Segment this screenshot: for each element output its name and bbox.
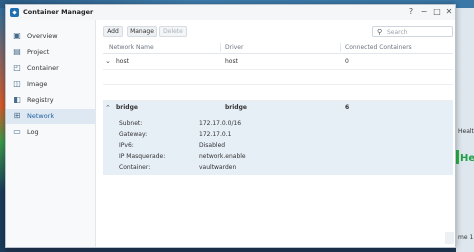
container-manager-app-icon [10, 8, 19, 17]
network-panel: Add Manage Delete ⚲ Network Name Driver … [96, 20, 455, 247]
driver-cell: host [225, 58, 238, 65]
sidebar-item-overview[interactable]: ▣ Overview [6, 29, 95, 44]
table-header: Network Name Driver Connected Containers [103, 42, 453, 54]
chevron-down-icon[interactable]: ⌄ [105, 57, 111, 65]
column-divider [220, 43, 221, 52]
connected-count-cell: 0 [345, 58, 349, 65]
sidebar-item-label: Overview [27, 32, 58, 40]
search-input[interactable] [387, 28, 447, 36]
table-row-empty [103, 85, 453, 101]
sidebar-item-registry[interactable]: ◧ Registry [6, 93, 95, 108]
table-row-bridge-expanded[interactable]: ⌃ bridge bridge 6 Subnet: 172.17.0.0/16 … [103, 101, 453, 175]
ipv6-value: Disabled [199, 142, 226, 149]
sidebar-item-label: Registry [27, 96, 54, 104]
gateway-label: Gateway: [119, 131, 148, 138]
container-icon: ◰ [13, 63, 21, 72]
sidebar-item-label: Container [27, 64, 59, 72]
driver-cell: bridge [225, 104, 247, 111]
column-header-driver[interactable]: Driver [225, 44, 243, 51]
background-text: Healt [458, 128, 474, 135]
maximize-icon[interactable]: □ [432, 7, 442, 17]
search-box[interactable]: ⚲ [372, 26, 453, 37]
manage-button[interactable]: Manage [127, 26, 157, 37]
network-icon: ⊞ [13, 111, 21, 120]
sidebar-item-container[interactable]: ◰ Container [6, 61, 95, 76]
sidebar-item-label: Project [27, 48, 50, 56]
add-button[interactable]: Add [103, 26, 123, 37]
ip-masquerade-label: IP Masquerade: [119, 153, 166, 160]
container-manager-window: Container Manager ? − □ ✕ ▣ Overview ▤ P… [5, 4, 456, 248]
gateway-value: 172.17.0.1 [199, 131, 232, 138]
registry-icon: ◧ [13, 95, 21, 104]
search-icon: ⚲ [377, 28, 383, 36]
sidebar-item-project[interactable]: ▤ Project [6, 45, 95, 60]
background-heading: Hea [460, 153, 474, 164]
column-header-network-name[interactable]: Network Name [109, 44, 154, 51]
subnet-value: 172.17.0.0/16 [199, 120, 242, 127]
sidebar-item-network[interactable]: ⊞ Network [6, 109, 95, 124]
sidebar-item-label: Network [27, 112, 55, 120]
ipv6-label: IPv6: [119, 142, 134, 149]
network-details: Subnet: 172.17.0.0/16 Gateway: 172.17.0.… [110, 117, 446, 173]
background-accent [456, 150, 459, 164]
column-divider [340, 43, 341, 52]
delete-button[interactable]: Delete [159, 26, 187, 37]
background-window-peek: Healt Hea me 1 [456, 8, 474, 252]
container-label: Container: [119, 164, 151, 171]
close-icon[interactable]: ✕ [444, 7, 454, 17]
minimize-icon[interactable]: − [419, 7, 429, 17]
overview-icon: ▣ [13, 31, 21, 40]
sidebar-item-label: Image [27, 80, 48, 88]
column-header-connected-containers[interactable]: Connected Containers [345, 44, 412, 51]
help-icon[interactable]: ? [406, 7, 416, 17]
table-row-empty [103, 70, 453, 85]
network-name-cell: bridge [116, 104, 138, 111]
sidebar-item-image[interactable]: ◫ Image [6, 77, 95, 92]
window-title: Container Manager [23, 8, 94, 16]
ip-masquerade-value: network.enable [199, 153, 246, 160]
network-name-cell: host [116, 58, 129, 65]
sidebar: ▣ Overview ▤ Project ◰ Container ◫ Image… [6, 20, 96, 247]
sidebar-item-label: Log [27, 128, 39, 136]
background-text-2: me 1 [458, 234, 474, 241]
image-icon: ◫ [13, 79, 21, 88]
container-value: vaultwarden [199, 164, 237, 171]
connected-count-cell: 6 [345, 104, 350, 111]
table-row-host[interactable]: ⌄ host host 0 [103, 55, 453, 70]
subnet-label: Subnet: [119, 120, 143, 127]
log-icon: ▭ [13, 127, 21, 136]
sidebar-item-log[interactable]: ▭ Log [6, 125, 95, 140]
scrollbar-corner [445, 232, 454, 244]
title-bar[interactable]: Container Manager ? − □ ✕ [6, 5, 455, 21]
chevron-up-icon[interactable]: ⌃ [105, 104, 111, 112]
project-icon: ▤ [13, 47, 21, 56]
